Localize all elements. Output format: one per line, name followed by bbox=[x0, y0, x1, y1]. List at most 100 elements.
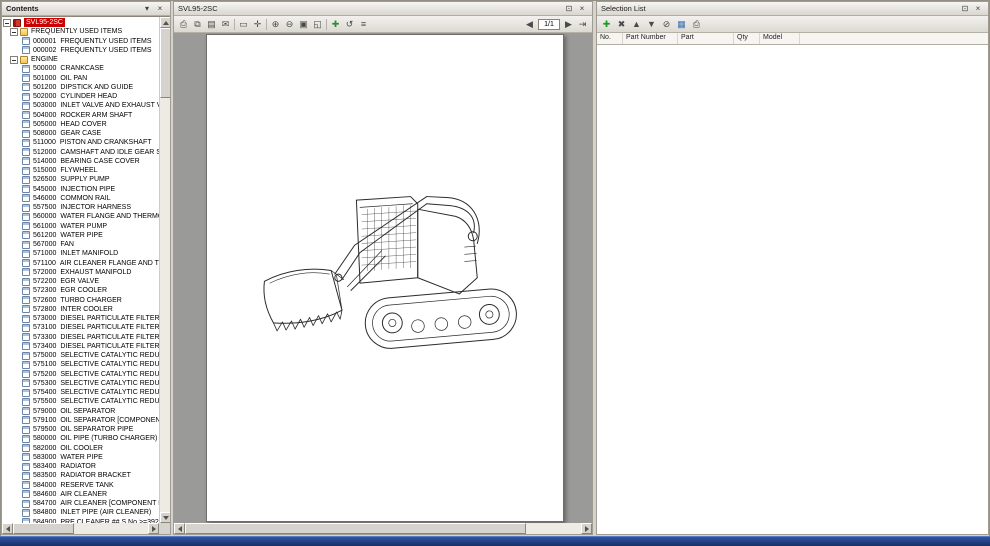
column-header-part-number[interactable]: Part Number bbox=[623, 33, 678, 44]
scroll-down-button[interactable] bbox=[160, 512, 170, 523]
tree-item[interactable]: 575300SELECTIVE CATALYTIC REDUCT bbox=[2, 379, 159, 388]
tree-item[interactable]: 575000SELECTIVE CATALYTIC REDUCT bbox=[2, 351, 159, 360]
chevron-down-icon[interactable]: ▾ bbox=[141, 3, 153, 14]
collapse-icon[interactable] bbox=[10, 56, 18, 64]
tree-item[interactable]: 571000INLET MANIFOLD bbox=[2, 249, 159, 258]
tree-item[interactable]: 557500INJECTOR HARNESS bbox=[2, 203, 159, 212]
tree-item[interactable]: 000002FREQUENTLY USED ITEMS bbox=[2, 46, 159, 55]
mail-icon[interactable]: ✉ bbox=[219, 18, 232, 31]
tree-vertical-scrollbar[interactable] bbox=[159, 17, 170, 523]
tree-item[interactable]: 573000DIESEL PARTICULATE FILTER M bbox=[2, 314, 159, 323]
viewer-horizontal-scrollbar[interactable] bbox=[174, 523, 592, 534]
tree-item[interactable]: 575500SELECTIVE CATALYTIC REDUCT bbox=[2, 397, 159, 406]
tree-item[interactable]: 583400RADIATOR bbox=[2, 462, 159, 471]
layers-icon[interactable]: ≡ bbox=[357, 18, 370, 31]
tree-item[interactable]: 504000ROCKER ARM SHAFT bbox=[2, 111, 159, 120]
print-icon[interactable]: ⎙ bbox=[690, 18, 703, 31]
tree-item[interactable]: 573400DIESEL PARTICULATE FILTER D bbox=[2, 342, 159, 351]
tree-item[interactable]: 584600AIR CLEANER bbox=[2, 490, 159, 499]
tree-item[interactable]: 583500RADIATOR BRACKET bbox=[2, 471, 159, 480]
move-down-icon[interactable]: ▼ bbox=[645, 18, 658, 31]
tree-item[interactable]: 511000PISTON AND CRANKSHAFT bbox=[2, 138, 159, 147]
page-canvas[interactable] bbox=[206, 34, 564, 522]
export-icon[interactable]: ▤ bbox=[205, 18, 218, 31]
tree-item[interactable]: 512000CAMSHAFT AND IDLE GEAR SHA bbox=[2, 148, 159, 157]
tree-item[interactable]: 575400SELECTIVE CATALYTIC REDUCT bbox=[2, 388, 159, 397]
pin-icon[interactable]: ⊡ bbox=[563, 3, 575, 14]
pan-icon[interactable]: ✛ bbox=[251, 18, 264, 31]
tree-folder[interactable]: FREQUENTLY USED ITEMS bbox=[2, 27, 159, 36]
collapse-icon[interactable] bbox=[10, 28, 18, 36]
tree-item[interactable]: 561200WATER PIPE bbox=[2, 231, 159, 240]
clear-icon[interactable]: ⊘ bbox=[660, 18, 673, 31]
add-icon[interactable]: ✚ bbox=[600, 18, 613, 31]
column-header-qty[interactable]: Qty bbox=[734, 33, 760, 44]
close-icon[interactable]: × bbox=[972, 3, 984, 14]
tree-item[interactable]: 561000WATER PUMP bbox=[2, 222, 159, 231]
scroll-thumb[interactable] bbox=[185, 523, 526, 534]
tree-item[interactable]: 573100DIESEL PARTICULATE FILTER M bbox=[2, 323, 159, 332]
part-diagram[interactable] bbox=[250, 142, 521, 404]
prev-page-button[interactable]: ◀ bbox=[523, 18, 536, 31]
print-icon[interactable]: ⎙ bbox=[177, 18, 190, 31]
tree-item[interactable]: 572800INTER COOLER bbox=[2, 305, 159, 314]
tree-item[interactable]: 526500SUPPLY PUMP bbox=[2, 175, 159, 184]
tree-item[interactable]: 502000CYLINDER HEAD bbox=[2, 92, 159, 101]
scroll-thumb[interactable] bbox=[13, 523, 74, 534]
tree-item[interactable]: 545000INJECTION PIPE bbox=[2, 185, 159, 194]
tree-item[interactable]: 575200SELECTIVE CATALYTIC REDUCT bbox=[2, 370, 159, 379]
scroll-thumb[interactable] bbox=[160, 28, 170, 98]
tree-item[interactable]: 572000EXHAUST MANIFOLD bbox=[2, 268, 159, 277]
tree-item[interactable]: 501200DIPSTICK AND GUIDE bbox=[2, 83, 159, 92]
close-icon[interactable]: × bbox=[576, 3, 588, 14]
scroll-up-button[interactable] bbox=[160, 17, 170, 28]
tree-item[interactable]: 503000INLET VALVE AND EXHAUST VAL bbox=[2, 101, 159, 110]
tree-item[interactable]: 579000OIL SEPARATOR bbox=[2, 407, 159, 416]
tree-item[interactable]: 515000FLYWHEEL bbox=[2, 166, 159, 175]
tree-item[interactable]: 572600TURBO CHARGER bbox=[2, 296, 159, 305]
tree-folder[interactable]: ENGINE bbox=[2, 55, 159, 64]
tree-item[interactable]: 579500OIL SEPARATOR PIPE bbox=[2, 425, 159, 434]
tree-item[interactable]: 501000OIL PAN bbox=[2, 74, 159, 83]
tree-item[interactable]: 579100OIL SEPARATOR [COMPONENT P bbox=[2, 416, 159, 425]
scroll-right-button[interactable] bbox=[581, 523, 592, 534]
rotate-icon[interactable]: ↺ bbox=[343, 18, 356, 31]
zoom-area-icon[interactable]: ◱ bbox=[311, 18, 324, 31]
column-header-model[interactable]: Model bbox=[760, 33, 800, 44]
zoom-out-icon[interactable]: ⊖ bbox=[283, 18, 296, 31]
tree-item[interactable]: 567000FAN bbox=[2, 240, 159, 249]
tree-item[interactable]: 580000OIL PIPE (TURBO CHARGER) bbox=[2, 434, 159, 443]
close-icon[interactable]: × bbox=[154, 3, 166, 14]
tree-item[interactable]: 571100AIR CLEANER FLANGE AND THR bbox=[2, 259, 159, 268]
scroll-left-button[interactable] bbox=[174, 523, 185, 534]
scroll-right-button[interactable] bbox=[148, 523, 159, 534]
tree-item[interactable]: 572200EGR VALVE bbox=[2, 277, 159, 286]
scroll-left-button[interactable] bbox=[2, 523, 13, 534]
tree-item[interactable]: 584800INLET PIPE (AIR CLEANER) bbox=[2, 508, 159, 517]
tree-root[interactable]: SVL95-2SC bbox=[2, 18, 159, 27]
tree-item[interactable]: 572300EGR COOLER bbox=[2, 286, 159, 295]
remove-icon[interactable]: ✖ bbox=[615, 18, 628, 31]
add-note-icon[interactable]: ✚ bbox=[329, 18, 342, 31]
tree-item[interactable]: 573300DIESEL PARTICULATE FILTER M bbox=[2, 333, 159, 342]
tree-item[interactable]: 500000CRANKCASE bbox=[2, 64, 159, 73]
move-up-icon[interactable]: ▲ bbox=[630, 18, 643, 31]
tree-item[interactable]: 546000COMMON RAIL bbox=[2, 194, 159, 203]
tree-item[interactable]: 584000RESERVE TANK bbox=[2, 481, 159, 490]
tree-item[interactable]: 583000WATER PIPE bbox=[2, 453, 159, 462]
pin-icon[interactable]: ⊡ bbox=[959, 3, 971, 14]
copy-icon[interactable]: ⧉ bbox=[191, 18, 204, 31]
column-header-part[interactable]: Part bbox=[678, 33, 734, 44]
select-icon[interactable]: ▭ bbox=[237, 18, 250, 31]
tree-item[interactable]: 505000HEAD COVER bbox=[2, 120, 159, 129]
tree-item[interactable]: 514000BEARING CASE COVER bbox=[2, 157, 159, 166]
tree-item[interactable]: 000001FREQUENTLY USED ITEMS bbox=[2, 37, 159, 46]
zoom-fit-icon[interactable]: ▣ bbox=[297, 18, 310, 31]
column-header-no[interactable]: No. bbox=[597, 33, 623, 44]
tree-item[interactable]: 508000GEAR CASE bbox=[2, 129, 159, 138]
tree-item[interactable]: 584700AIR CLEANER [COMPONENT PAR bbox=[2, 499, 159, 508]
selection-table-body[interactable] bbox=[597, 45, 988, 534]
tree-horizontal-scrollbar[interactable] bbox=[2, 523, 159, 534]
zoom-in-icon[interactable]: ⊕ bbox=[269, 18, 282, 31]
tree-item[interactable]: 575100SELECTIVE CATALYTIC REDUCT bbox=[2, 360, 159, 369]
